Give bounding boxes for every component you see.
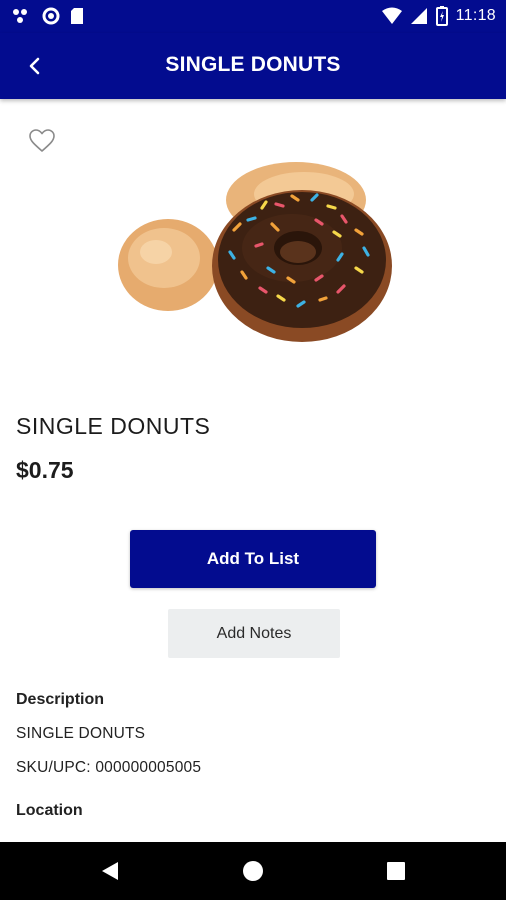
nav-back-button[interactable] <box>95 856 125 886</box>
circle-icon <box>42 7 60 25</box>
product-price: $0.75 <box>16 457 74 483</box>
system-nav-bar <box>0 842 506 900</box>
donut-image <box>116 160 396 350</box>
battery-icon <box>435 6 448 26</box>
app-bar: SINGLE DONUTS <box>0 33 506 99</box>
add-to-list-button[interactable]: Add To List <box>130 530 376 588</box>
status-bar: 11:18 <box>0 0 506 33</box>
product-name: SINGLE DONUTS <box>16 413 211 439</box>
status-time: 11:18 <box>455 7 496 24</box>
status-left-icons <box>12 7 84 25</box>
dots-icon <box>13 9 27 23</box>
home-circle-icon <box>243 861 263 881</box>
sku-text: SKU/UPC: 000000005005 <box>16 759 202 776</box>
description-text: SINGLE DONUTS <box>16 725 146 742</box>
back-triangle-icon <box>102 862 118 880</box>
status-right-icons: 11:18 <box>381 6 496 26</box>
page-title: SINGLE DONUTS <box>165 53 341 76</box>
wifi-icon <box>381 7 402 24</box>
favorite-button[interactable] <box>28 128 56 154</box>
heart-outline-icon <box>29 129 55 152</box>
add-notes-button[interactable]: Add Notes <box>168 609 340 658</box>
nav-home-button[interactable] <box>238 856 268 886</box>
description-label: Description <box>16 691 105 708</box>
sd-card-icon <box>71 8 83 24</box>
signal-icon <box>410 8 427 24</box>
nav-recents-button[interactable] <box>381 856 411 886</box>
location-label: Location <box>16 802 83 819</box>
recents-square-icon <box>387 862 405 880</box>
